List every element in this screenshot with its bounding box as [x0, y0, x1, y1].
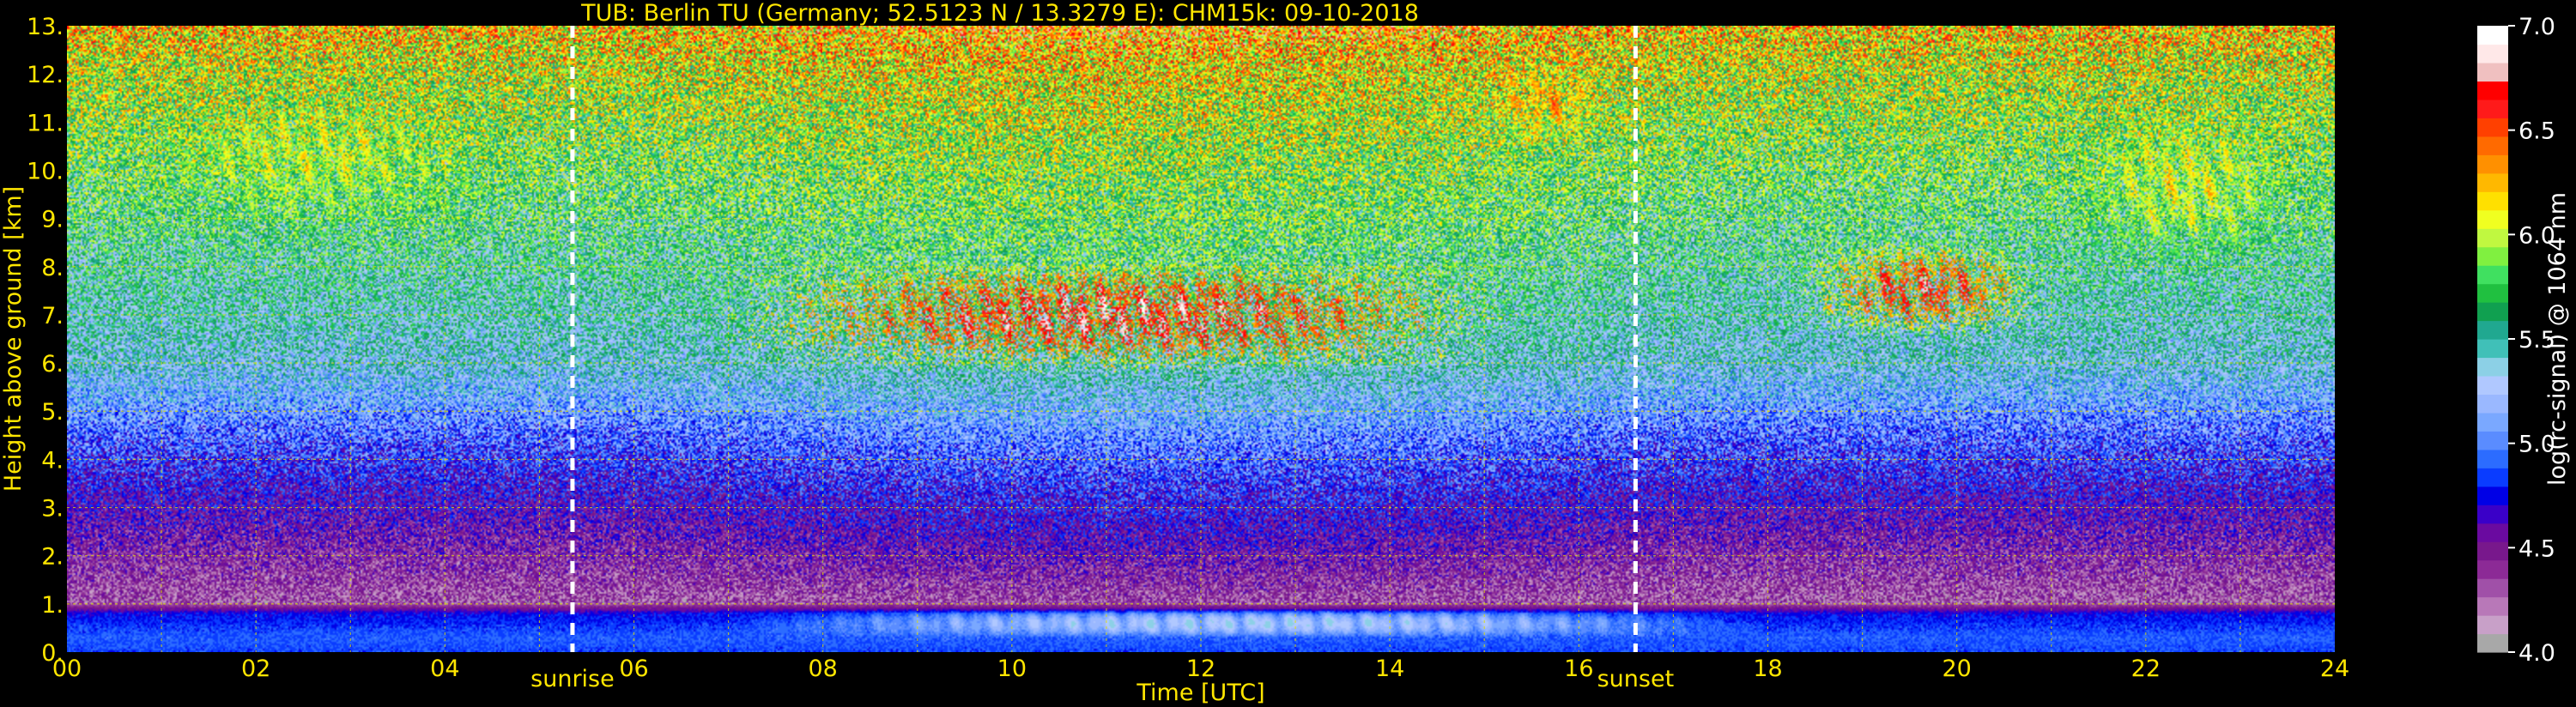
y-tick-label: 6.: [41, 351, 64, 378]
y-tick-label: 1.: [41, 592, 64, 619]
y-tick-label: 0.: [41, 640, 64, 667]
x-axis-label: Time [UTC]: [1136, 680, 1264, 706]
y-tick-label: 3.: [41, 496, 64, 523]
colorbar-tick-label: 7.0: [2518, 14, 2555, 40]
x-tick-label: 20: [1942, 656, 1971, 682]
colorbar-swatch: [2477, 578, 2508, 598]
chart-title: TUB: Berlin TU (Germany; 52.5123 N / 13.…: [580, 0, 1419, 27]
colorbar-swatch: [2477, 265, 2508, 285]
colorbar-swatch: [2477, 172, 2508, 192]
y-tick-label: 12.: [27, 62, 64, 88]
x-tick-label: 10: [997, 656, 1027, 682]
x-tick-label: 12: [1186, 656, 1215, 682]
y-tick-label: 8.: [41, 255, 64, 281]
colorbar-swatch: [2477, 44, 2508, 63]
y-axis-label: Height above ground [km]: [0, 186, 27, 492]
y-tick-label: 7.: [41, 303, 64, 329]
x-tick-label: 18: [1753, 656, 1782, 682]
y-tick-label: 13.: [27, 14, 64, 40]
y-tick-label: 11.: [27, 110, 64, 136]
x-tick-label: 04: [430, 656, 459, 682]
colorbar-tick-label: 4.5: [2518, 535, 2555, 562]
colorbar-swatch: [2477, 541, 2508, 561]
colorbar-swatch: [2477, 283, 2508, 303]
x-tick-label: 16: [1564, 656, 1593, 682]
colorbar-swatch: [2477, 375, 2508, 396]
colorbar-swatch: [2477, 633, 2508, 653]
x-tick-label: 24: [2320, 656, 2349, 682]
colorbar-swatch: [2477, 320, 2508, 340]
colorbar-swatch: [2477, 99, 2508, 118]
colorbar-swatch: [2477, 394, 2508, 414]
colorbar-swatch: [2477, 596, 2508, 616]
x-tick-label: 08: [808, 656, 837, 682]
y-tick-label: 5.: [41, 399, 64, 426]
colorbar-swatch: [2477, 468, 2508, 487]
colorbar-swatch: [2477, 339, 2508, 359]
colorbar-swatch: [2477, 228, 2508, 248]
colorbar-swatch: [2477, 62, 2508, 82]
colorbar-swatch: [2477, 505, 2508, 524]
y-tick-label: 4.: [41, 447, 64, 474]
colorbar-swatch: [2477, 136, 2508, 155]
colorbar-swatch: [2477, 449, 2508, 468]
sunset-label: sunset: [1597, 666, 1675, 692]
x-tick-label: 22: [2131, 656, 2161, 682]
colorbar-swatch: [2477, 523, 2508, 542]
colorbar-swatch: [2477, 412, 2508, 432]
y-tick-label: 10.: [27, 158, 64, 184]
colorbar-swatch: [2477, 431, 2508, 450]
colorbar-tick-label: 6.5: [2518, 118, 2555, 145]
colorbar-swatch: [2477, 302, 2508, 322]
x-tick-label: 14: [1375, 656, 1404, 682]
colorbar-swatch: [2477, 209, 2508, 229]
x-tick-label: 02: [241, 656, 270, 682]
colorbar-swatch: [2477, 246, 2508, 266]
colorbar-swatch: [2477, 26, 2508, 45]
colorbar-swatch: [2477, 615, 2508, 635]
sunrise-label: sunrise: [530, 666, 615, 692]
y-tick-label: 9.: [41, 207, 64, 233]
colorbar-swatch: [2477, 486, 2508, 505]
colorbar-swatch: [2477, 357, 2508, 377]
colorbar-tick-label: 4.0: [2518, 640, 2555, 667]
colorbar-swatch: [2477, 559, 2508, 579]
ceilometer-chart: sunrise sunset 00 02 04 06 08 10 12 14 16 18 20 22 24…: [0, 0, 2576, 707]
colorbar-swatch: [2477, 154, 2508, 174]
colorbar-swatch: [2477, 118, 2508, 137]
x-tick-label: 06: [619, 656, 648, 682]
colorbar-label: log(rc-signal) @ 1064 nm: [2544, 192, 2571, 486]
colorbar-swatch: [2477, 81, 2508, 100]
colorbar-swatch: [2477, 191, 2508, 211]
y-tick-label: 2.: [41, 544, 64, 571]
